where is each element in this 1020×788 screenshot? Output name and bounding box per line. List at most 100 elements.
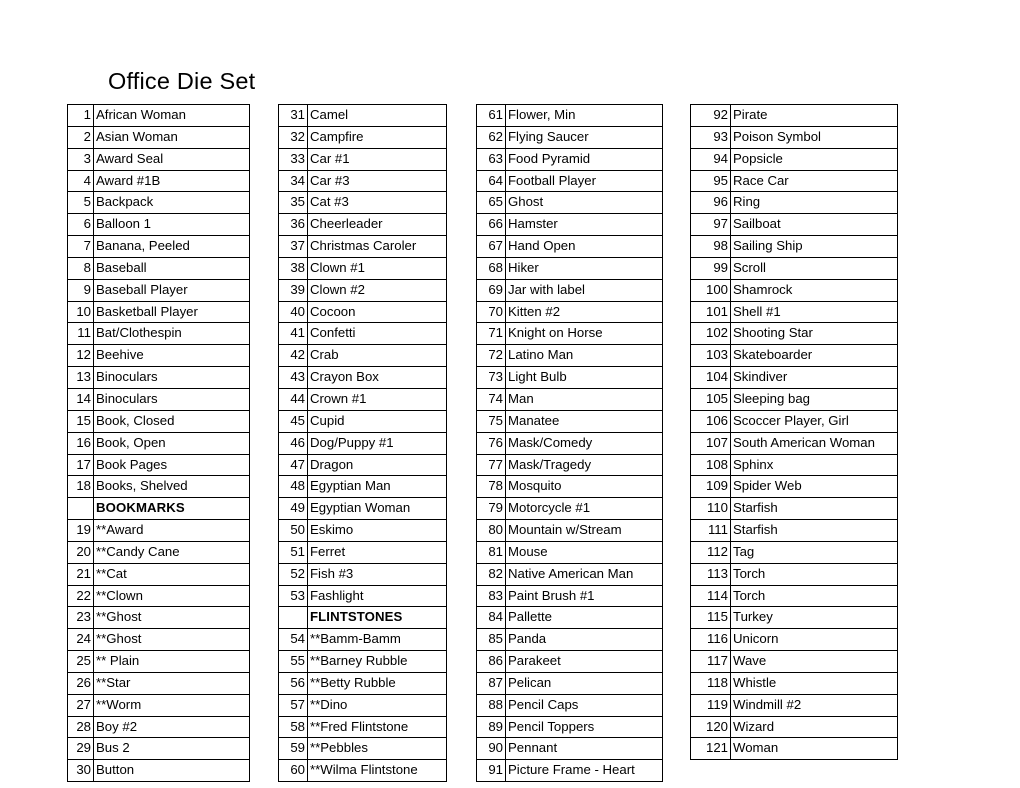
die-row: 74 Man bbox=[476, 387, 663, 411]
die-name-cell: Pallette bbox=[505, 606, 663, 630]
die-row: 77 Mask/Tragedy bbox=[476, 453, 663, 477]
die-row: 91 Picture Frame - Heart bbox=[476, 759, 663, 783]
die-number-cell: 93 bbox=[690, 125, 731, 149]
die-number-cell: 37 bbox=[278, 235, 308, 258]
die-number-cell: 10 bbox=[67, 300, 94, 324]
die-number-cell: 26 bbox=[67, 671, 94, 695]
die-name-cell: **Worm bbox=[93, 693, 250, 717]
die-name-cell: Mosquito bbox=[505, 475, 663, 499]
die-row: 6 Balloon 1 bbox=[67, 213, 250, 237]
die-row: 36 Cheerleader bbox=[278, 213, 447, 237]
die-name-cell: Picture Frame - Heart bbox=[505, 759, 663, 783]
die-name-cell: Popsicle bbox=[730, 147, 898, 171]
die-name-cell: Race Car bbox=[730, 169, 898, 193]
die-row: 48 Egyptian Man bbox=[278, 475, 447, 499]
die-number-cell: 9 bbox=[67, 278, 94, 302]
die-number-cell: 25 bbox=[67, 650, 94, 673]
die-number-cell: 115 bbox=[690, 606, 731, 630]
die-number-cell: 61 bbox=[476, 104, 506, 127]
die-name-cell: Pelican bbox=[505, 671, 663, 695]
die-number-cell: 22 bbox=[67, 584, 94, 608]
die-row: 71 Knight on Horse bbox=[476, 322, 663, 346]
die-row: 33 Car #1 bbox=[278, 147, 447, 171]
die-name-cell: Bat/Clothespin bbox=[93, 322, 250, 346]
die-name-cell: Books, Shelved bbox=[93, 475, 250, 499]
die-row: 120 Wizard bbox=[690, 715, 898, 739]
die-row: 46 Dog/Puppy #1 bbox=[278, 431, 447, 455]
die-number-cell: 69 bbox=[476, 278, 506, 302]
die-row: 56 **Betty Rubble bbox=[278, 671, 447, 695]
die-name-cell: Knight on Horse bbox=[505, 322, 663, 346]
die-name-cell: Skindiver bbox=[730, 366, 898, 389]
die-number-cell: 118 bbox=[690, 671, 731, 695]
die-number-cell: 80 bbox=[476, 519, 506, 542]
die-number-cell: 62 bbox=[476, 125, 506, 149]
die-number-cell: 119 bbox=[690, 693, 731, 717]
die-row: 39 Clown #2 bbox=[278, 278, 447, 302]
die-row: 7 Banana, Peeled bbox=[67, 235, 250, 258]
die-name-cell: Award Seal bbox=[93, 147, 250, 171]
die-name-cell: Native American Man bbox=[505, 562, 663, 586]
die-number-cell: 45 bbox=[278, 409, 308, 433]
die-number-cell: 78 bbox=[476, 475, 506, 499]
die-number-cell: 24 bbox=[67, 628, 94, 652]
die-table-body-3: 61 Flower, Min 62 Flying Saucer 63 Food Pyram… bbox=[476, 104, 663, 783]
die-row: 60 **Wilma Flintstone bbox=[278, 759, 447, 783]
die-row: 88 Pencil Caps bbox=[476, 693, 663, 717]
die-name-cell: Confetti bbox=[307, 322, 447, 346]
die-number-cell: 121 bbox=[690, 737, 731, 761]
die-number-cell: 106 bbox=[690, 409, 731, 433]
die-row: 98 Sailing Ship bbox=[690, 235, 898, 258]
die-name-cell: Car #3 bbox=[307, 169, 447, 193]
die-name-cell: Egyptian Man bbox=[307, 475, 447, 499]
die-number-cell: 68 bbox=[476, 256, 506, 280]
die-row: 3 Award Seal bbox=[67, 147, 250, 171]
die-number-cell: 67 bbox=[476, 235, 506, 258]
die-number-cell: 120 bbox=[690, 715, 731, 739]
die-number-cell: 70 bbox=[476, 300, 506, 324]
die-row: 27 **Worm bbox=[67, 693, 250, 717]
die-number-cell: 36 bbox=[278, 213, 308, 237]
die-name-cell: Flower, Min bbox=[505, 104, 663, 127]
die-row: 94 Popsicle bbox=[690, 147, 898, 171]
die-row: 32 Campfire bbox=[278, 125, 447, 149]
die-row: 79 Motorcycle #1 bbox=[476, 497, 663, 521]
die-number-cell: 116 bbox=[690, 628, 731, 652]
die-row: 57 **Dino bbox=[278, 693, 447, 717]
die-row: 23 **Ghost bbox=[67, 606, 250, 630]
die-column-1: 1 African Woman 2 Asian Woman 3 Award Seal 4 Aw… bbox=[67, 104, 250, 783]
die-number-cell: 108 bbox=[690, 453, 731, 477]
die-table-body-4: 92 Pirate 93 Poison Symbol 94 Popsicle 95 Race … bbox=[690, 104, 898, 761]
section-header-row: BOOKMARKS bbox=[67, 497, 250, 521]
die-number-cell: 23 bbox=[67, 606, 94, 630]
die-name-cell: Shooting Star bbox=[730, 322, 898, 346]
die-number-cell: 6 bbox=[67, 213, 94, 237]
die-number-cell: 4 bbox=[67, 169, 94, 193]
die-name-cell: Parakeet bbox=[505, 650, 663, 673]
die-number-cell: 107 bbox=[690, 431, 731, 455]
die-number-cell: 28 bbox=[67, 715, 94, 739]
die-number-cell: 79 bbox=[476, 497, 506, 521]
die-row: 66 Hamster bbox=[476, 213, 663, 237]
die-row: 51 Ferret bbox=[278, 540, 447, 564]
die-number-cell: 75 bbox=[476, 409, 506, 433]
die-name-cell: Binoculars bbox=[93, 387, 250, 411]
die-number-cell: 20 bbox=[67, 540, 94, 564]
die-row: 1 African Woman bbox=[67, 104, 250, 127]
die-name-cell: Spider Web bbox=[730, 475, 898, 499]
die-row: 64 Football Player bbox=[476, 169, 663, 193]
die-name-cell: Egyptian Woman bbox=[307, 497, 447, 521]
die-number-cell: 84 bbox=[476, 606, 506, 630]
die-row: 59 **Pebbles bbox=[278, 737, 447, 761]
die-name-cell: Basketball Player bbox=[93, 300, 250, 324]
die-name-cell: Jar with label bbox=[505, 278, 663, 302]
die-name-cell: Award #1B bbox=[93, 169, 250, 193]
die-name-cell: Boy #2 bbox=[93, 715, 250, 739]
die-number-cell: 60 bbox=[278, 759, 308, 783]
die-name-cell: Flying Saucer bbox=[505, 125, 663, 149]
die-number-cell: 52 bbox=[278, 562, 308, 586]
die-number-cell: 74 bbox=[476, 387, 506, 411]
die-name-cell: Baseball Player bbox=[93, 278, 250, 302]
die-number-cell: 32 bbox=[278, 125, 308, 149]
die-number-cell: 85 bbox=[476, 628, 506, 652]
